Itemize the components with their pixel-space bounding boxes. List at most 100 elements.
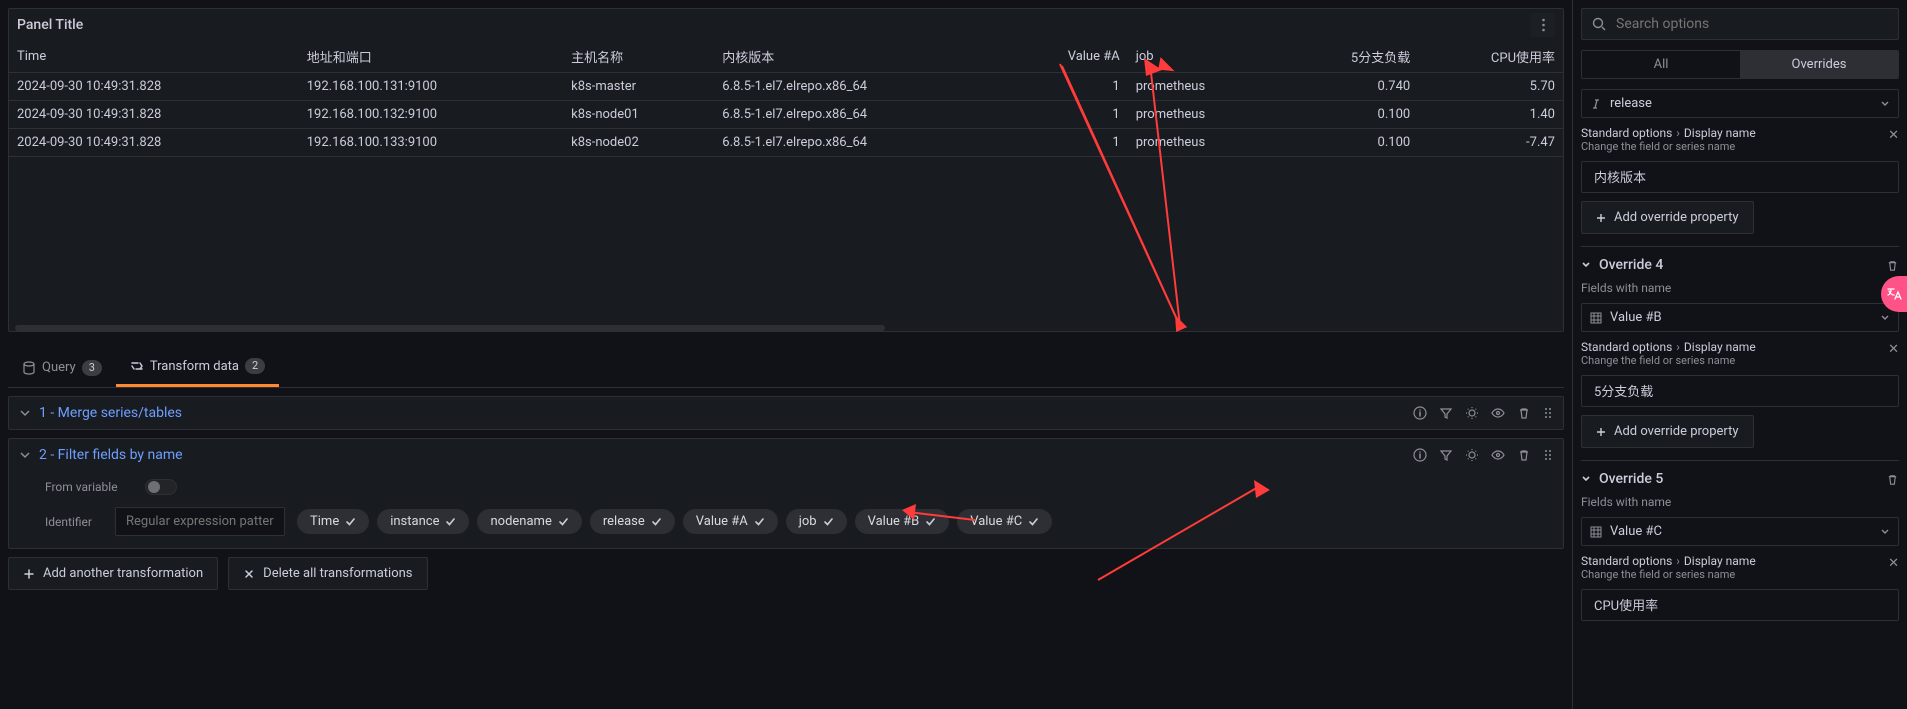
cell-load: 0.100: [1282, 101, 1418, 129]
override-4-input[interactable]: [1592, 382, 1888, 399]
debug-icon[interactable]: [1465, 448, 1479, 462]
cell-cpu: 5.70: [1418, 73, 1563, 101]
override-3-tail: release Standard options›Display name Ch…: [1581, 79, 1899, 247]
override-5-desc: Change the field or series name: [1581, 568, 1879, 581]
identifier-input[interactable]: [115, 507, 285, 536]
cell-time: 2024-09-30 10:49:31.828: [9, 129, 299, 157]
table-row[interactable]: 2024-09-30 10:49:31.828192.168.100.133:9…: [9, 129, 1563, 157]
cell-addr: 192.168.100.131:9100: [299, 73, 563, 101]
col-job[interactable]: job: [1128, 41, 1282, 73]
override-3-input[interactable]: [1592, 168, 1888, 185]
transform-1-title[interactable]: 1 - Merge series/tables: [39, 405, 182, 421]
chip-label: Value #A: [696, 514, 748, 529]
cell-kernel: 6.8.5-1.el7.elrepo.x86_64: [714, 73, 1005, 101]
table-row[interactable]: 2024-09-30 10:49:31.828192.168.100.132:9…: [9, 101, 1563, 129]
from-variable-toggle[interactable]: [145, 479, 177, 495]
add-transformation-button[interactable]: Add another transformation: [8, 557, 218, 590]
field-chip[interactable]: instance: [377, 509, 469, 534]
data-table: Time 地址和端口 主机名称 内核版本 Value #A job 5分支负载 …: [9, 41, 1563, 157]
from-variable-label: From variable: [45, 480, 133, 494]
field-chip[interactable]: release: [590, 509, 675, 534]
chip-label: nodename: [490, 514, 551, 529]
debug-icon[interactable]: [1465, 406, 1479, 420]
field-chip[interactable]: nodename: [477, 509, 581, 534]
trash-icon: [1886, 259, 1899, 272]
tab-query[interactable]: Query 3: [8, 350, 116, 386]
segment-overrides[interactable]: Overrides: [1740, 51, 1898, 78]
field-chip[interactable]: job: [786, 509, 847, 534]
col-host[interactable]: 主机名称: [563, 41, 714, 73]
cell-va: 1: [1005, 101, 1128, 129]
cell-cpu: -7.47: [1418, 129, 1563, 157]
search-options-input[interactable]: [1614, 15, 1888, 33]
transform-row-1: 1 - Merge series/tables: [8, 396, 1564, 430]
override-4-field-select[interactable]: Value #B: [1581, 303, 1899, 332]
trash-icon[interactable]: [1517, 448, 1531, 462]
override-3-field-select[interactable]: release: [1581, 89, 1899, 118]
panel-menu-button[interactable]: [1531, 13, 1555, 37]
trash-icon[interactable]: [1517, 406, 1531, 420]
info-icon[interactable]: [1413, 448, 1427, 462]
tab-transform-count: 2: [245, 358, 265, 374]
drag-icon[interactable]: [1543, 406, 1553, 420]
override-4-remove[interactable]: ✕: [1888, 342, 1899, 357]
chevron-down-icon[interactable]: [1581, 474, 1591, 484]
field-chip[interactable]: Value #A: [683, 509, 778, 534]
chip-label: Value #B: [868, 514, 920, 529]
check-icon: [558, 516, 569, 527]
cell-load: 0.740: [1282, 73, 1418, 101]
panel: Panel Title Time 地址和端口 主机名称 内核版本 Value #…: [8, 8, 1564, 332]
chevron-down-icon[interactable]: [1581, 260, 1591, 270]
grid-icon: [1590, 526, 1602, 538]
chip-label: Time: [310, 514, 339, 529]
override-3-field-value: release: [1610, 96, 1652, 111]
override-5-remove[interactable]: ✕: [1888, 556, 1899, 571]
transform-2-title[interactable]: 2 - Filter fields by name: [39, 447, 183, 463]
field-chip[interactable]: Time: [297, 509, 369, 534]
add-override-property-3[interactable]: Add override property: [1581, 201, 1754, 234]
tab-query-label: Query: [42, 360, 76, 375]
drag-icon[interactable]: [1543, 448, 1553, 462]
eye-icon[interactable]: [1491, 406, 1505, 420]
filter-icon[interactable]: [1439, 406, 1453, 420]
override-5-field-select[interactable]: Value #C: [1581, 517, 1899, 546]
horizontal-scrollbar[interactable]: [15, 325, 885, 331]
override-3-remove[interactable]: ✕: [1888, 128, 1899, 143]
table-row[interactable]: 2024-09-30 10:49:31.828192.168.100.131:9…: [9, 73, 1563, 101]
chevron-down-icon[interactable]: [19, 449, 31, 461]
override-5: Override 5 Fields with name Value #C Sta…: [1581, 461, 1899, 633]
process-icon: [130, 359, 144, 373]
grid-icon: [1590, 312, 1602, 324]
options-segment: All Overrides: [1581, 50, 1899, 79]
col-addr[interactable]: 地址和端口: [299, 41, 563, 73]
override-5-crumbs: Standard options›Display name: [1581, 554, 1879, 568]
delete-transformations-label: Delete all transformations: [263, 566, 412, 581]
add-override-property-4[interactable]: Add override property: [1581, 415, 1754, 448]
field-chip[interactable]: Value #B: [855, 509, 950, 534]
plus-icon: [1596, 427, 1606, 437]
chevron-down-icon[interactable]: [19, 407, 31, 419]
info-icon[interactable]: [1413, 406, 1427, 420]
cell-job: prometheus: [1128, 129, 1282, 157]
field-chip[interactable]: Value #C: [957, 509, 1052, 534]
override-5-delete[interactable]: [1886, 473, 1899, 486]
cell-cpu: 1.40: [1418, 101, 1563, 129]
override-4-delete[interactable]: [1886, 259, 1899, 272]
col-load[interactable]: 5分支负载: [1282, 41, 1418, 73]
col-time[interactable]: Time: [9, 41, 299, 73]
cell-job: prometheus: [1128, 101, 1282, 129]
delete-transformations-button[interactable]: Delete all transformations: [228, 557, 427, 590]
translate-icon: [1886, 286, 1902, 302]
filter-icon[interactable]: [1439, 448, 1453, 462]
search-options[interactable]: [1581, 8, 1899, 40]
tab-transform[interactable]: Transform data 2: [116, 348, 279, 387]
col-value-a[interactable]: Value #A: [1005, 41, 1128, 73]
check-icon: [823, 516, 834, 527]
cell-kernel: 6.8.5-1.el7.elrepo.x86_64: [714, 129, 1005, 157]
override-5-input[interactable]: [1592, 596, 1888, 613]
chip-label: Value #C: [970, 514, 1022, 529]
col-cpu[interactable]: CPU使用率: [1418, 41, 1563, 73]
segment-all[interactable]: All: [1582, 51, 1740, 78]
eye-icon[interactable]: [1491, 448, 1505, 462]
col-kernel[interactable]: 内核版本: [714, 41, 1005, 73]
